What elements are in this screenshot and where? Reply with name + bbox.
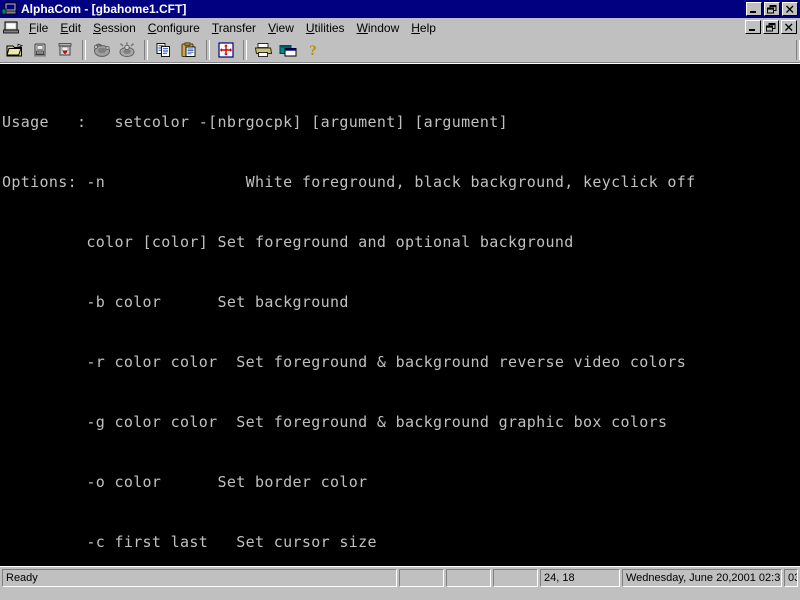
print-icon[interactable] bbox=[251, 38, 275, 61]
menu-item-file[interactable]: File bbox=[23, 19, 54, 37]
save-file-icon[interactable] bbox=[28, 38, 52, 61]
status-message: Ready bbox=[2, 568, 397, 587]
mdi-child-icon[interactable] bbox=[3, 20, 19, 35]
toolbar: ? bbox=[0, 37, 800, 63]
hangup-phone-icon[interactable] bbox=[115, 38, 139, 61]
restore-button[interactable] bbox=[764, 2, 780, 16]
resize-window-icon[interactable] bbox=[214, 38, 238, 61]
terminal-line: Usage : setcolor -[nbrgocpk] [argument] … bbox=[2, 113, 509, 131]
menu-item-session[interactable]: Session bbox=[87, 19, 142, 37]
window-title: AlphaCom - [gbahome1.CFT] bbox=[21, 2, 187, 16]
child-minimize-button[interactable] bbox=[745, 20, 761, 34]
menu-item-utilities[interactable]: Utilities bbox=[300, 19, 351, 37]
status-pane-2 bbox=[399, 568, 444, 587]
window-controls-child bbox=[745, 20, 798, 34]
paste-icon[interactable] bbox=[177, 38, 201, 61]
toolbar-separator-4 bbox=[243, 39, 247, 60]
terminal-line: -g color color Set foreground & backgrou… bbox=[2, 413, 668, 431]
terminal-screen[interactable]: Usage : setcolor -[nbrgocpk] [argument] … bbox=[0, 63, 800, 566]
terminal-text: Usage : setcolor -[nbrgocpk] [argument] … bbox=[0, 64, 800, 566]
status-pane-3 bbox=[446, 568, 491, 587]
terminal-line: -b color Set background bbox=[2, 293, 349, 311]
app-terminal-icon bbox=[1, 2, 18, 16]
child-close-button[interactable] bbox=[781, 20, 797, 34]
status-bar: Ready 24, 18 Wednesday, June 20,2001 02:… bbox=[0, 566, 800, 588]
terminal-line: color [color] Set foreground and optiona… bbox=[2, 233, 574, 251]
status-pane-4 bbox=[493, 568, 538, 587]
dial-phone-icon[interactable] bbox=[90, 38, 114, 61]
window-controls-main bbox=[746, 2, 799, 16]
toolbar-separator-2 bbox=[144, 39, 148, 60]
save-as-icon[interactable] bbox=[53, 38, 77, 61]
open-file-icon[interactable] bbox=[3, 38, 27, 61]
cursor-coordinates: 24, 18 bbox=[540, 568, 620, 587]
svg-text:?: ? bbox=[309, 43, 317, 58]
toolbar-separator-3 bbox=[206, 39, 210, 60]
menu-bar: File Edit Session Configure Transfer Vie… bbox=[0, 18, 800, 37]
window-icon[interactable] bbox=[276, 38, 300, 61]
menu-item-transfer[interactable]: Transfer bbox=[206, 19, 262, 37]
menu-item-view[interactable]: View bbox=[262, 19, 300, 37]
help-icon[interactable]: ? bbox=[301, 38, 325, 61]
menu-item-window[interactable]: Window bbox=[351, 19, 406, 37]
menu-item-configure[interactable]: Configure bbox=[142, 19, 206, 37]
status-elapsed-timer: 03:37:30 bbox=[784, 568, 798, 587]
close-button[interactable] bbox=[782, 2, 798, 16]
terminal-line: Options: -n White foreground, black back… bbox=[2, 173, 696, 191]
menu-item-edit[interactable]: Edit bbox=[54, 19, 87, 37]
terminal-line: -c first last Set cursor size bbox=[2, 533, 377, 551]
toolbar-separator-right bbox=[796, 39, 800, 60]
terminal-line: -o color Set border color bbox=[2, 473, 368, 491]
copy-icon[interactable] bbox=[152, 38, 176, 61]
toolbar-filler bbox=[326, 40, 793, 60]
child-restore-button[interactable] bbox=[763, 20, 779, 34]
status-datetime: Wednesday, June 20,2001 02:31 PM bbox=[622, 568, 782, 587]
title-bar[interactable]: AlphaCom - [gbahome1.CFT] bbox=[0, 0, 800, 18]
alphacom-window: AlphaCom - [gbahome1.CFT] File Edit Sess… bbox=[0, 0, 800, 600]
terminal-line: -r color color Set foreground & backgrou… bbox=[2, 353, 687, 371]
toolbar-separator-1 bbox=[82, 39, 86, 60]
menu-item-help[interactable]: Help bbox=[405, 19, 442, 37]
minimize-button[interactable] bbox=[746, 2, 762, 16]
